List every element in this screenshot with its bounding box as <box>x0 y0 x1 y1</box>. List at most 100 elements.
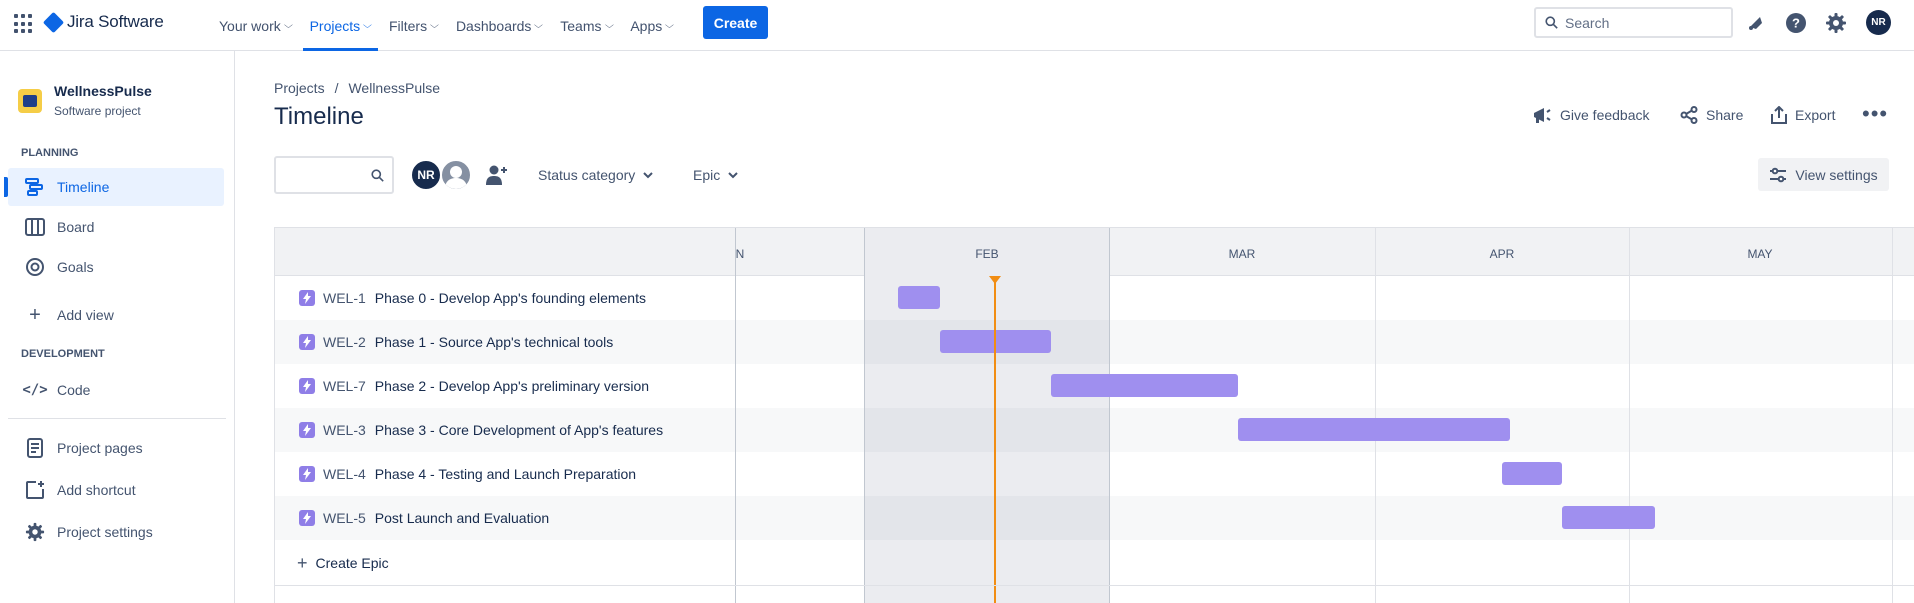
timeline-search-input[interactable] <box>274 156 394 194</box>
epic-summary[interactable]: Phase 3 - Core Development of App's feat… <box>375 422 663 438</box>
settings-gear-icon[interactable] <box>1825 12 1847 34</box>
list-timeline-divider[interactable] <box>735 228 736 603</box>
table-row: WEL-7 Phase 2 - Develop App's preliminar… <box>275 364 1914 408</box>
user-avatar[interactable]: NR <box>1866 10 1891 35</box>
epic-bar[interactable] <box>1562 506 1655 529</box>
table-row: WEL-3 Phase 3 - Core Development of App'… <box>275 408 1914 452</box>
timeline-bottom-border <box>275 585 1914 586</box>
give-feedback-button[interactable]: Give feedback <box>1532 106 1650 124</box>
epic-row-label[interactable]: WEL-1 Phase 0 - Develop App's founding e… <box>275 276 735 320</box>
sidebar-item-project-settings[interactable]: Project settings <box>8 513 224 551</box>
epic-key[interactable]: WEL-3 <box>323 422 366 438</box>
epic-key[interactable]: WEL-1 <box>323 290 366 306</box>
timeline-icon <box>25 177 45 197</box>
global-search[interactable] <box>1534 7 1733 38</box>
month-divider <box>1629 228 1630 603</box>
epic-bar[interactable] <box>1238 418 1510 441</box>
sidebar-item-project-pages[interactable]: Project pages <box>8 429 224 467</box>
view-settings-button[interactable]: View settings <box>1758 158 1889 191</box>
epic-summary[interactable]: Phase 2 - Develop App's preliminary vers… <box>375 378 649 394</box>
more-actions-icon[interactable]: ••• <box>1862 103 1888 125</box>
sidebar-item-timeline[interactable]: Timeline <box>4 168 224 206</box>
epic-lightning-icon <box>299 334 315 350</box>
sidebar-item-goals[interactable]: Goals <box>8 248 224 286</box>
epic-filter[interactable]: Epic <box>693 167 738 183</box>
nav-teams-label: Teams <box>560 17 602 34</box>
table-row: WEL-2 Phase 1 - Source App's technical t… <box>275 320 1914 364</box>
plus-icon: + <box>297 552 308 573</box>
epic-bar[interactable] <box>898 286 940 309</box>
add-people-icon[interactable] <box>484 163 508 187</box>
nav-teams[interactable]: Teams ⌵ <box>551 0 621 51</box>
unassigned-avatar[interactable] <box>440 159 472 191</box>
sidebar-item-board[interactable]: Board <box>8 208 224 246</box>
chevron-down-icon: ⌵ <box>534 20 544 30</box>
month-label: MAR <box>1228 247 1256 261</box>
epic-bar[interactable] <box>1051 374 1238 397</box>
epic-summary[interactable]: Post Launch and Evaluation <box>375 510 549 526</box>
notifications-icon[interactable] <box>1745 12 1767 34</box>
give-feedback-label: Give feedback <box>1560 107 1650 123</box>
month-label: FEB <box>975 247 999 261</box>
sidebar-item-code[interactable]: </> Code <box>8 371 224 409</box>
epic-summary[interactable]: Phase 1 - Source App's technical tools <box>375 334 613 350</box>
today-line <box>994 276 996 603</box>
epic-lightning-icon <box>299 422 315 438</box>
sidebar-item-label: Timeline <box>57 179 110 195</box>
nav-apps-label: Apps <box>630 17 663 34</box>
epic-row-label[interactable]: WEL-3 Phase 3 - Core Development of App'… <box>275 408 735 452</box>
timeline-grid: N FEB MAR APR MAY WEL-1 Phase 0 - Develo… <box>274 227 1914 603</box>
chevron-down-icon: ⌵ <box>430 20 439 30</box>
epic-key[interactable]: WEL-7 <box>323 378 366 394</box>
epic-key[interactable]: WEL-2 <box>323 334 366 350</box>
gear-icon <box>25 522 45 542</box>
nav-menu: Your work ⌵ Projects ⌵ Filters ⌵ Dashboards… <box>210 0 682 51</box>
jira-logo[interactable]: Jira Software <box>42 11 164 33</box>
top-navigation: Jira Software Your work ⌵ Projects ⌵ Filte… <box>0 0 1914 51</box>
nav-apps[interactable]: Apps ⌵ <box>621 0 682 51</box>
search-icon <box>371 169 384 182</box>
epic-summary[interactable]: Phase 0 - Develop App's founding element… <box>375 290 646 306</box>
nav-filters[interactable]: Filters ⌵ <box>380 0 447 51</box>
epic-lightning-icon <box>299 466 315 482</box>
month-divider <box>1109 228 1110 603</box>
chevron-down-icon <box>643 172 653 179</box>
project-name[interactable]: WellnessPulse <box>54 83 152 99</box>
epic-bar[interactable] <box>1502 462 1562 485</box>
chevron-down-icon <box>728 172 738 179</box>
help-icon[interactable]: ? <box>1785 12 1807 34</box>
sidebar-item-label: Code <box>57 382 91 398</box>
app-switcher-icon[interactable] <box>14 14 34 34</box>
development-heading: DEVELOPMENT <box>21 348 105 360</box>
epic-summary[interactable]: Phase 4 - Testing and Launch Preparation <box>375 466 636 482</box>
breadcrumb-project[interactable]: WellnessPulse <box>348 80 440 96</box>
add-view-button[interactable]: + Add view <box>8 296 224 334</box>
assignee-avatar-nr[interactable]: NR <box>410 159 442 191</box>
nav-your-work[interactable]: Your work ⌵ <box>210 0 301 51</box>
epic-key[interactable]: WEL-4 <box>323 466 366 482</box>
month-label: APR <box>1489 247 1515 261</box>
export-button[interactable]: Export <box>1771 106 1835 124</box>
epic-row-label[interactable]: WEL-7 Phase 2 - Develop App's preliminar… <box>275 364 735 408</box>
epic-row-label[interactable]: WEL-2 Phase 1 - Source App's technical t… <box>275 320 735 364</box>
project-sidebar: WellnessPulse Software project PLANNING … <box>0 51 235 603</box>
search-input[interactable] <box>1565 14 1715 31</box>
status-category-label: Status category <box>538 167 636 183</box>
nav-projects[interactable]: Projects ⌵ <box>301 0 380 51</box>
svg-text:?: ? <box>1792 16 1800 31</box>
sidebar-item-add-shortcut[interactable]: Add shortcut <box>8 471 224 509</box>
create-button[interactable]: Create <box>703 6 768 39</box>
create-epic-button[interactable]: + Create Epic <box>275 541 735 585</box>
sidebar-divider <box>8 418 226 419</box>
epic-row-label[interactable]: WEL-4 Phase 4 - Testing and Launch Prepa… <box>275 452 735 496</box>
epic-row-label[interactable]: WEL-5 Post Launch and Evaluation <box>275 496 735 540</box>
status-category-filter[interactable]: Status category <box>538 167 653 183</box>
epic-key[interactable]: WEL-5 <box>323 510 366 526</box>
share-label: Share <box>1706 107 1744 123</box>
share-button[interactable]: Share <box>1680 106 1743 124</box>
sidebar-item-label: Project pages <box>57 440 143 456</box>
breadcrumb-projects[interactable]: Projects <box>274 80 325 96</box>
epic-lightning-icon <box>299 378 315 394</box>
sidebar-item-label: Board <box>57 219 95 235</box>
nav-dashboards[interactable]: Dashboards ⌵ <box>447 0 551 51</box>
